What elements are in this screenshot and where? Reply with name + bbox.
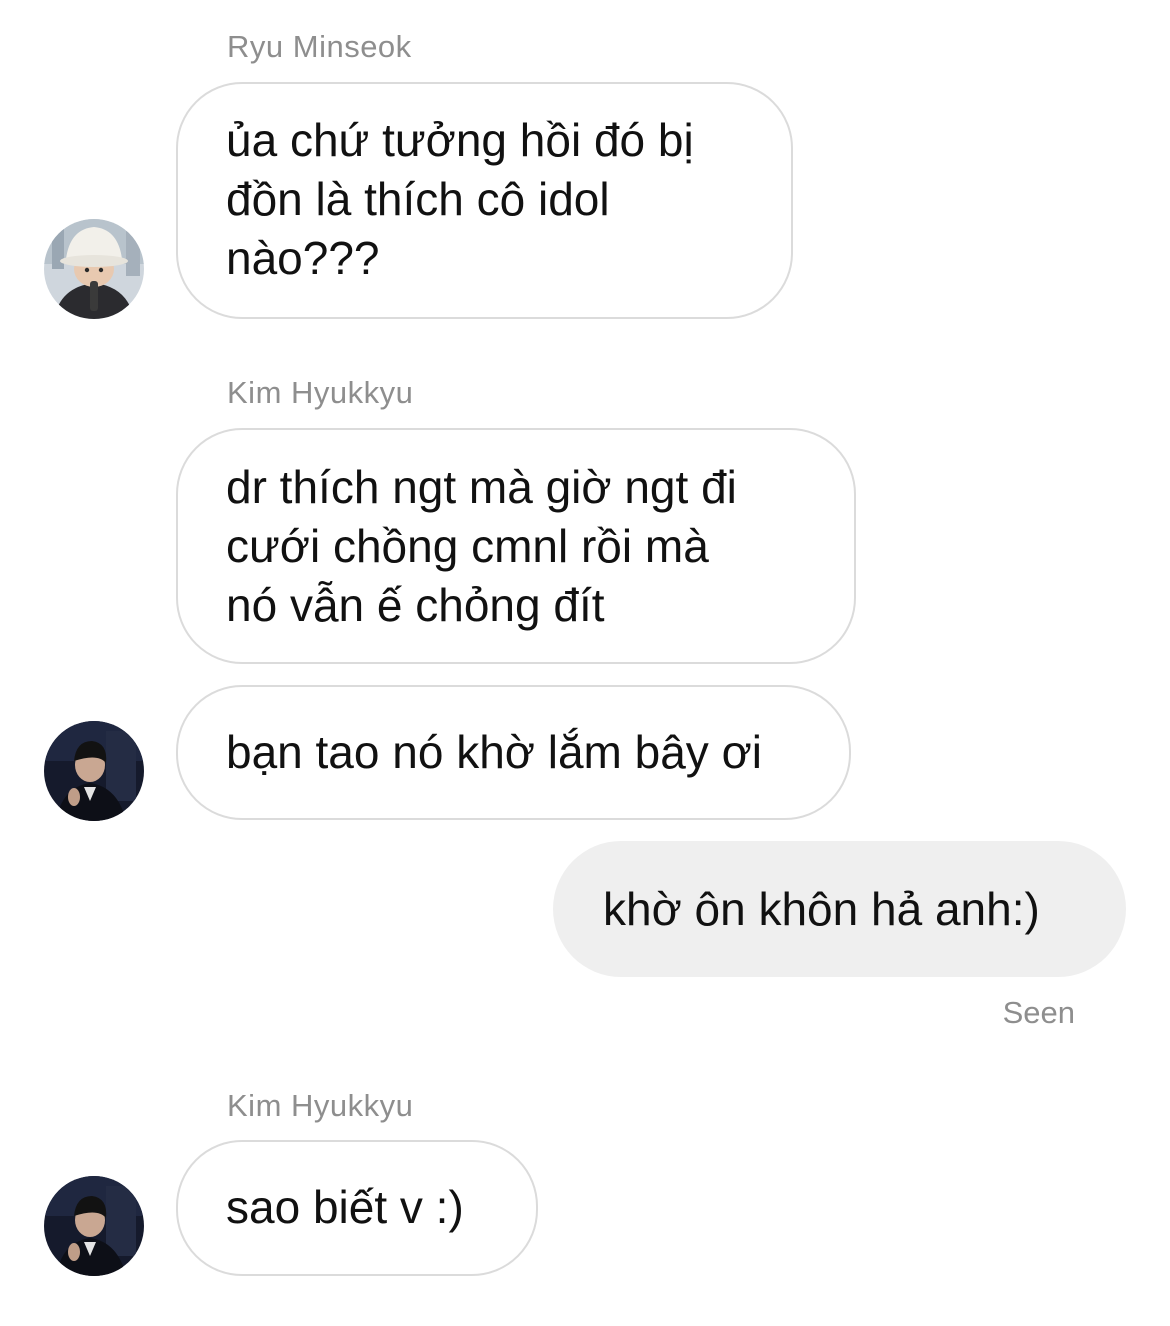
avatar-photo-icon [44, 219, 144, 319]
avatar-ryu-minseok[interactable] [44, 219, 144, 319]
message-text-line: nó vẫn ế chỏng đít [226, 579, 605, 631]
message-text-line: sao biết v :) [226, 1181, 464, 1233]
message-text-line: cưới chồng cmnl rồi mà [226, 520, 709, 572]
message-text-line: đồn là thích cô idol [226, 173, 610, 225]
message-text-line: khờ ôn khôn hả anh:) [603, 883, 1040, 935]
avatar-kim-hyukkyu[interactable] [44, 721, 144, 821]
sender-name: Kim Hyukkyu [227, 1088, 414, 1123]
message-text-line: nào??? [226, 232, 380, 284]
seen-status: Seen [1002, 995, 1075, 1030]
message-text-line: bạn tao nó khờ lắm bây ơi [226, 726, 762, 778]
avatar-photo-icon [44, 721, 144, 821]
sender-name: Ryu Minseok [227, 29, 412, 64]
message-bubble[interactable]: sao biết v :) [176, 1140, 538, 1276]
message-text-line: dr thích ngt mà giờ ngt đi [226, 461, 737, 513]
message-bubble[interactable]: ủa chứ tưởng hồi đó bị đồn là thích cô i… [176, 82, 793, 319]
sender-name: Kim Hyukkyu [227, 375, 414, 410]
avatar-photo-icon [44, 1176, 144, 1276]
outgoing-message-bubble[interactable]: khờ ôn khôn hả anh:) [553, 841, 1126, 977]
message-bubble[interactable]: bạn tao nó khờ lắm bây ơi [176, 685, 851, 820]
message-text-line: ủa chứ tưởng hồi đó bị [226, 114, 694, 166]
message-bubble[interactable]: dr thích ngt mà giờ ngt đi cưới chồng cm… [176, 428, 856, 664]
avatar-kim-hyukkyu[interactable] [44, 1176, 144, 1276]
